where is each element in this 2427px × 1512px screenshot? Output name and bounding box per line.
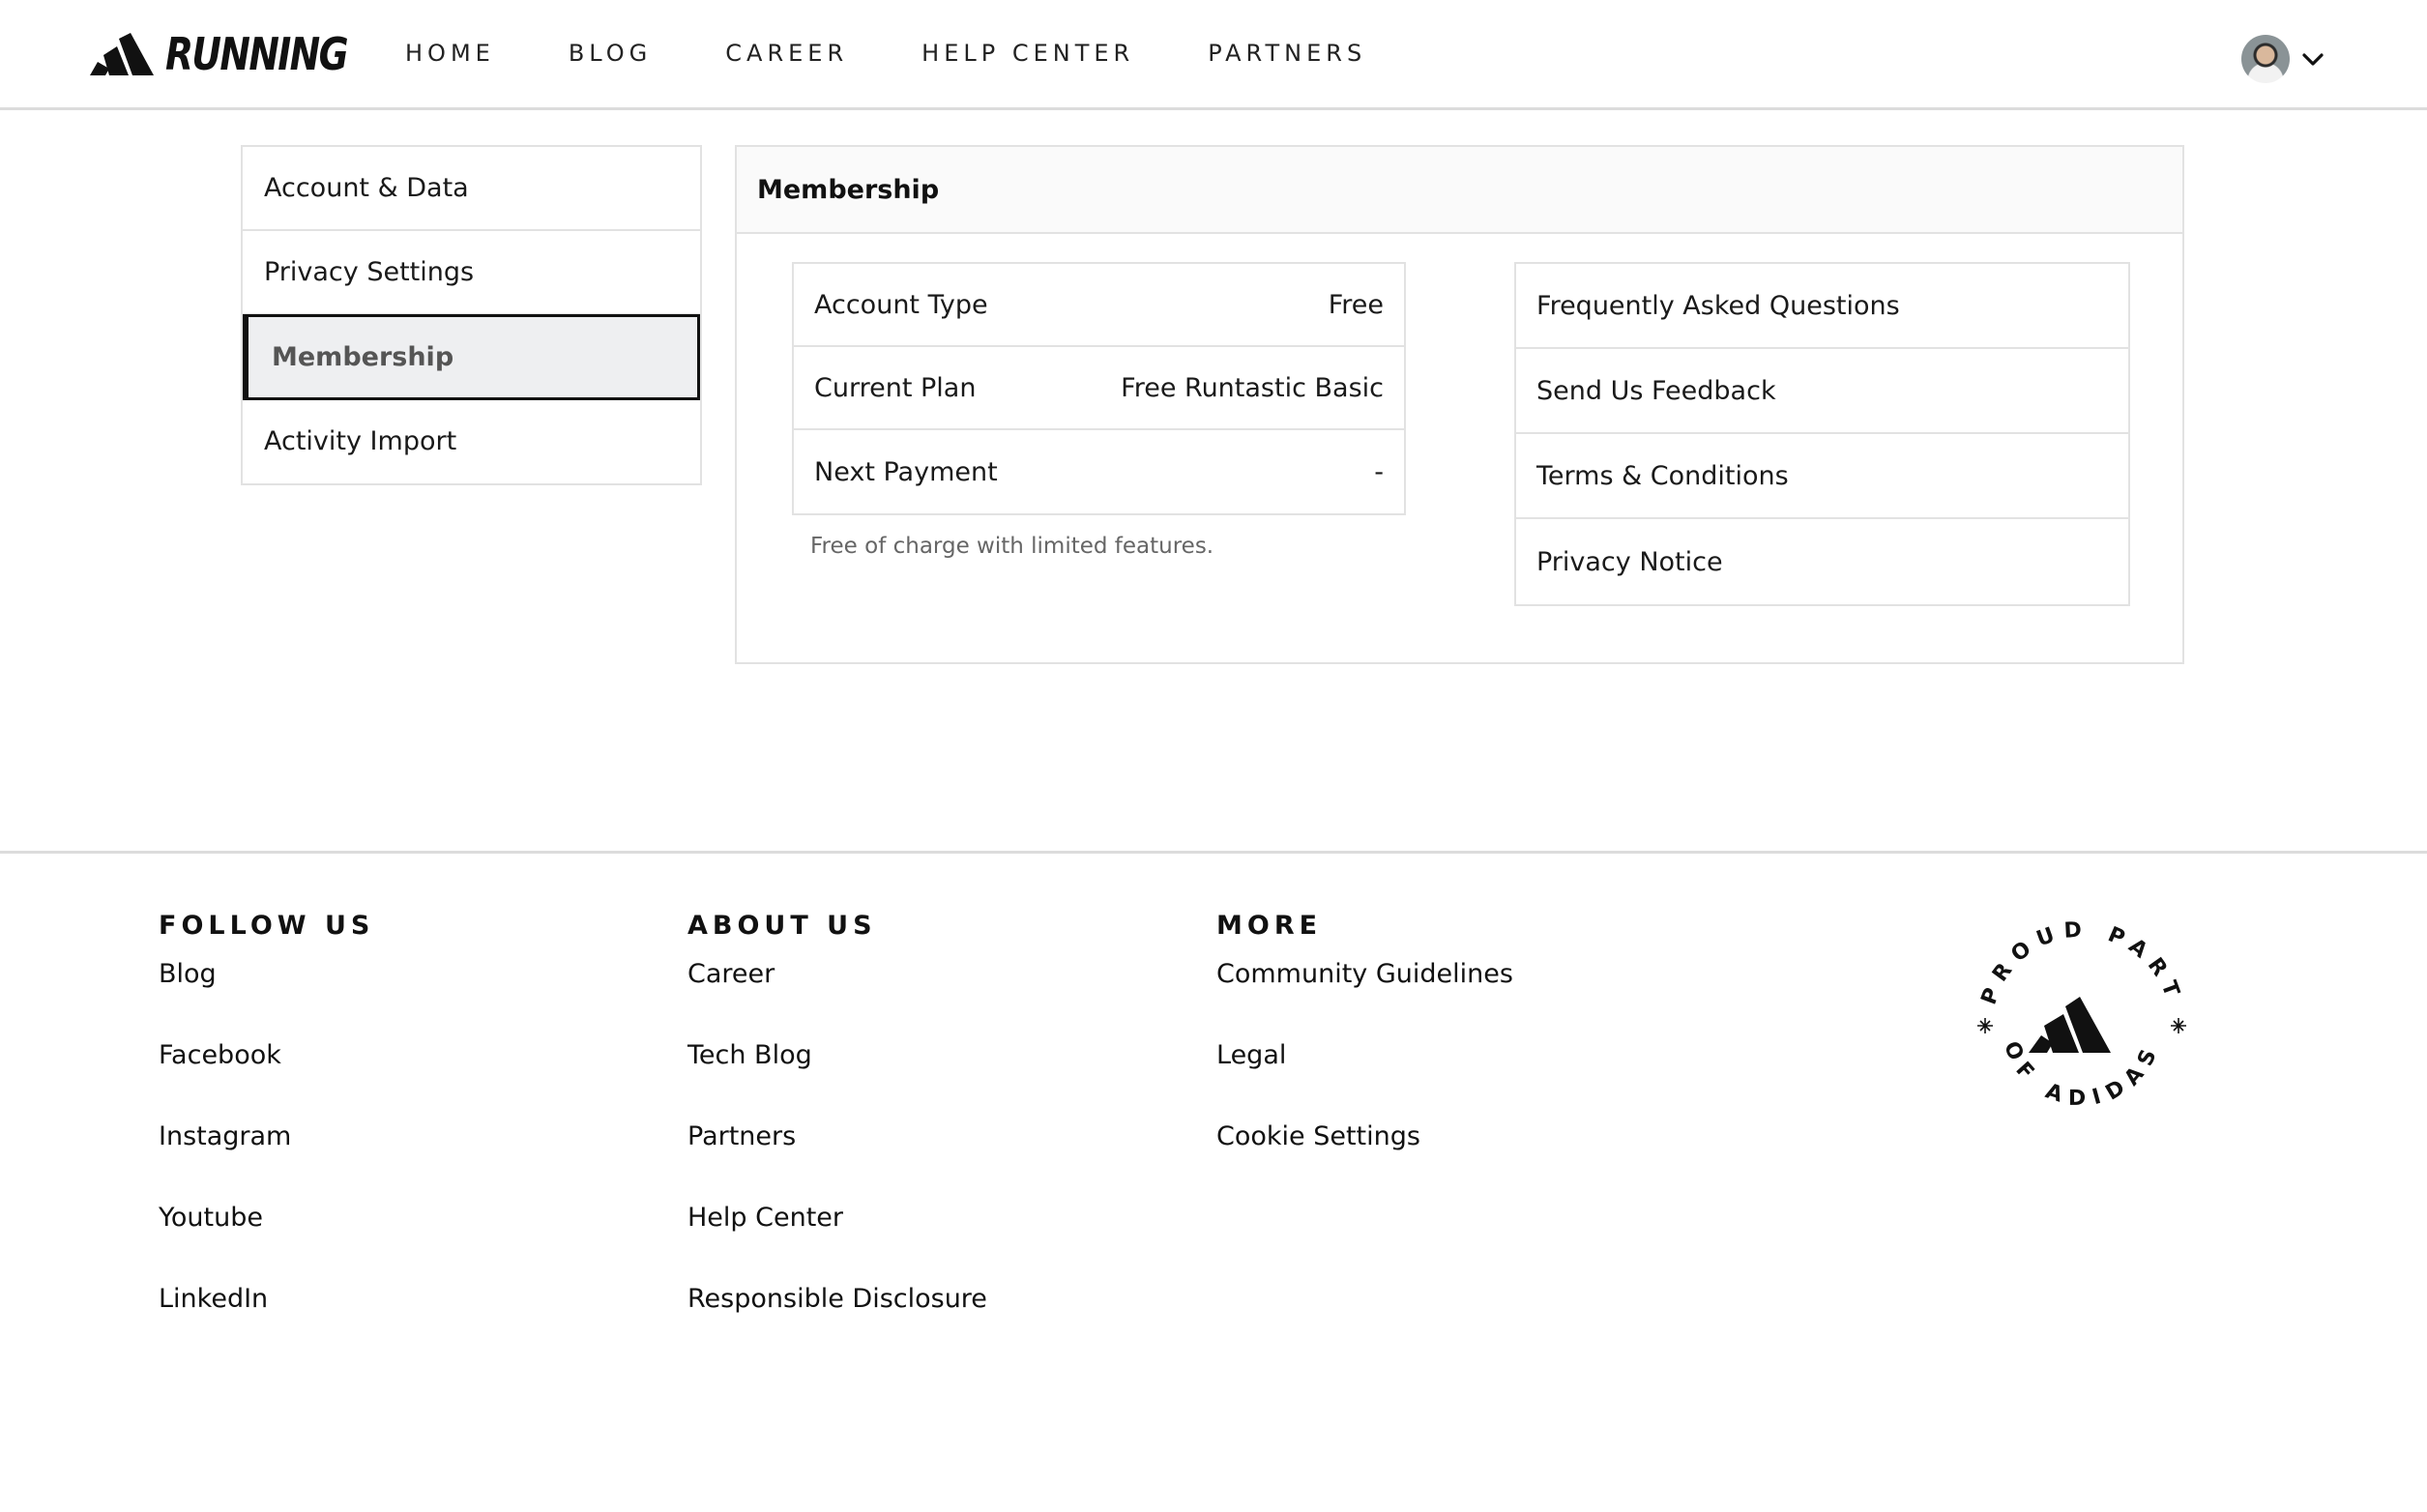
- footer-heading: ABOUT US: [687, 911, 877, 941]
- svg-text:PROUD PART: PROUD PART: [1977, 917, 2187, 1007]
- main-nav: HOME BLOG CAREER HELP CENTER PARTNERS: [405, 37, 1440, 70]
- footer-column-about-us: ABOUT US Career Tech Blog Partners Help …: [687, 910, 987, 1362]
- sidebar-item-privacy-settings[interactable]: Privacy Settings: [243, 231, 700, 315]
- proud-part-of-adidas-badge: PROUD PART OF ADIDAS: [1977, 917, 2187, 1111]
- link-send-feedback[interactable]: Send Us Feedback: [1516, 349, 2128, 434]
- footer-link-community-guidelines[interactable]: Community Guidelines: [1216, 956, 1513, 1037]
- panel-title: Membership: [737, 147, 2182, 234]
- chevron-down-icon[interactable]: [2301, 48, 2325, 72]
- top-navigation-bar: RUNNING HOME BLOG CAREER HELP CENTER PAR…: [0, 0, 2427, 110]
- footer-link-blog[interactable]: Blog: [159, 956, 374, 1037]
- footer-link-cookie-settings[interactable]: Cookie Settings: [1216, 1119, 1513, 1200]
- nav-career[interactable]: CAREER: [725, 37, 848, 70]
- detail-value: -: [1374, 456, 1384, 487]
- support-links-list: Frequently Asked Questions Send Us Feedb…: [1514, 262, 2130, 606]
- footer-link-legal[interactable]: Legal: [1216, 1037, 1513, 1119]
- brand-name: RUNNING: [165, 28, 349, 80]
- nav-partners[interactable]: PARTNERS: [1208, 37, 1366, 70]
- footer-link-responsible-disclosure[interactable]: Responsible Disclosure: [687, 1281, 987, 1362]
- badge-top-text: PROUD PART: [1977, 917, 2178, 1007]
- sidebar-item-account-data[interactable]: Account & Data: [243, 147, 700, 231]
- brand-logo[interactable]: RUNNING: [90, 28, 387, 80]
- footer-link-career[interactable]: Career: [687, 956, 987, 1037]
- sidebar-item-membership[interactable]: Membership: [243, 314, 700, 400]
- sparkle-icon: [1977, 1018, 1993, 1033]
- nav-help-center[interactable]: HELP CENTER: [921, 37, 1134, 70]
- link-terms-conditions[interactable]: Terms & Conditions: [1516, 434, 2128, 519]
- footer-heading: FOLLOW US: [159, 911, 375, 941]
- detail-row-next-payment: Next Payment -: [794, 430, 1404, 513]
- sidebar-item-activity-import[interactable]: Activity Import: [243, 399, 700, 483]
- footer-column-follow-us: FOLLOW US Blog Facebook Instagram Youtub…: [159, 910, 374, 1362]
- footer-link-help-center[interactable]: Help Center: [687, 1200, 987, 1281]
- detail-label: Next Payment: [814, 456, 998, 487]
- footer-link-tech-blog[interactable]: Tech Blog: [687, 1037, 987, 1119]
- sparkle-icon: [2171, 1018, 2186, 1033]
- adidas-three-bars-icon: [2029, 997, 2111, 1053]
- plan-description: Free of charge with limited features.: [810, 534, 1214, 559]
- footer-link-youtube[interactable]: Youtube: [159, 1200, 374, 1281]
- user-avatar[interactable]: [2241, 35, 2290, 83]
- detail-row-current-plan: Current Plan Free Runtastic Basic: [794, 347, 1404, 430]
- detail-value: Free Runtastic Basic: [1121, 372, 1384, 403]
- detail-value: Free: [1328, 289, 1384, 320]
- membership-panel: Membership Account Type Free Current Pla…: [735, 145, 2184, 664]
- site-footer: FOLLOW US Blog Facebook Instagram Youtub…: [0, 851, 2427, 1512]
- detail-label: Current Plan: [814, 372, 977, 403]
- detail-row-account-type: Account Type Free: [794, 264, 1404, 347]
- membership-details-table: Account Type Free Current Plan Free Runt…: [792, 262, 1406, 515]
- settings-sidebar: Account & Data Privacy Settings Membersh…: [241, 145, 702, 485]
- link-faq[interactable]: Frequently Asked Questions: [1516, 264, 2128, 349]
- nav-home[interactable]: HOME: [405, 37, 495, 70]
- footer-column-more: MORE Community Guidelines Legal Cookie S…: [1216, 910, 1513, 1200]
- detail-label: Account Type: [814, 289, 988, 320]
- footer-link-partners[interactable]: Partners: [687, 1119, 987, 1200]
- footer-heading: MORE: [1216, 911, 1323, 941]
- adidas-three-bars-icon: [90, 33, 154, 75]
- footer-link-instagram[interactable]: Instagram: [159, 1119, 374, 1200]
- footer-link-facebook[interactable]: Facebook: [159, 1037, 374, 1119]
- link-privacy-notice[interactable]: Privacy Notice: [1516, 519, 2128, 604]
- nav-blog[interactable]: BLOG: [569, 37, 652, 70]
- footer-link-linkedin[interactable]: LinkedIn: [159, 1281, 374, 1362]
